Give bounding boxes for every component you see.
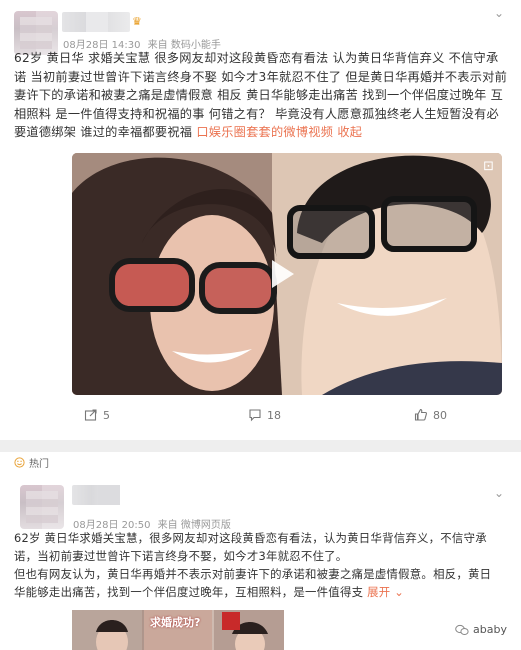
watermark: ababy	[455, 623, 507, 636]
video-player[interactable]: ⊡	[72, 153, 502, 395]
post-text: 62岁 黄日华求婚关宝慧，很多网友却对这段黄昏恋有看法，认为黄日华背信弃义，不信…	[14, 531, 487, 563]
weibo-post-card: 热门 ⌄ 08月28日 20:50 来自 微博网页版 62岁 黄日华求婚关宝慧，…	[0, 452, 521, 650]
post-body: 62岁 黄日华 求婚关宝慧 很多网友却对这段黄昏恋有看法 认为黄日华背信弃义 不…	[14, 49, 508, 142]
vip-badge-icon: ♛	[132, 15, 142, 28]
chevron-down-icon[interactable]: ⌄	[494, 486, 504, 500]
collage-caption: 求婚成功?	[150, 616, 201, 629]
expand-link[interactable]: 展开	[367, 585, 390, 599]
watermark-text: ababy	[473, 623, 507, 636]
hot-label: 热门	[29, 459, 49, 470]
like-button[interactable]: 80	[414, 408, 447, 422]
hot-section-header: 热门	[14, 455, 49, 470]
share-count: 5	[103, 408, 110, 422]
collapse-link[interactable]: 收起	[337, 125, 362, 139]
avatar[interactable]	[20, 485, 64, 529]
weibo-post-card: ♛ ⌄ 08月28日 14:30 来自 数码小能手 62岁 黄日华 求婚关宝慧 …	[0, 0, 521, 440]
username[interactable]	[72, 485, 120, 505]
video-link[interactable]: 口娱乐圈套套的微博视频	[196, 125, 333, 139]
post-body: 62岁 黄日华求婚关宝慧，很多网友却对这段黄昏恋有看法，认为黄日华背信弃义，不信…	[14, 529, 502, 601]
chevron-down-icon[interactable]: ⌄	[494, 6, 504, 20]
share-icon	[84, 409, 97, 421]
thumbs-up-icon	[414, 408, 427, 421]
comment-button[interactable]: 18	[248, 408, 281, 422]
video-corner-icon[interactable]: ⊡	[483, 159, 494, 174]
video-thumbnail	[72, 153, 502, 395]
like-count: 80	[433, 408, 447, 422]
username[interactable]	[62, 12, 130, 32]
post-text: 但也有网友认为，黄日华再婚并不表示对前妻许下的承诺和被妻之痛是虚情假意。相反，黄…	[14, 567, 492, 599]
comment-count: 18	[267, 408, 281, 422]
wechat-icon	[455, 624, 469, 635]
action-bar: 5 18 80	[0, 408, 521, 430]
comment-icon	[249, 409, 261, 422]
image-collage[interactable]: 求婚成功?	[72, 610, 284, 650]
smile-icon	[14, 457, 25, 468]
share-button[interactable]: 5	[84, 408, 110, 422]
section-divider	[0, 440, 521, 452]
expand-chevron-icon[interactable]: ⌄	[394, 585, 404, 599]
